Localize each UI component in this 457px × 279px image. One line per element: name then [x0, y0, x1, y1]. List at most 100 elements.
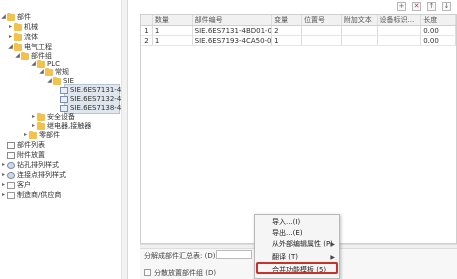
tree-item-manufacturer[interactable]: ▸ 制造商/供应商	[0, 190, 61, 200]
summary-label: 分解成部件汇总表: (D)	[144, 252, 216, 260]
cell-supplementary-text[interactable]	[342, 26, 378, 35]
table-row[interactable]: 1 1 SIE.6ES7131-4BD01-0AA0 2 0.00	[141, 26, 456, 36]
expander-icon[interactable]: ▸	[7, 22, 14, 32]
tree-item-label: SIE.6ES7138-4...	[70, 104, 128, 112]
folder-icon	[29, 130, 37, 139]
distribute-parts-label: 分散放置部件组 (D)	[154, 269, 217, 277]
column-header-length[interactable]: 长度	[421, 15, 456, 25]
grid-toolbar: + ✕ ↑ ↓	[397, 2, 451, 11]
move-down-button[interactable]: ↓	[442, 2, 451, 11]
tree-item-label: 机械	[24, 23, 38, 31]
menu-item-label: 导出...(E)	[272, 229, 303, 237]
tree-item-label: 部件	[17, 13, 31, 21]
column-header[interactable]	[141, 15, 153, 25]
list-icon	[7, 151, 15, 159]
folder-icon	[37, 112, 45, 121]
folder-icon	[21, 51, 29, 60]
grid-header: 数量 部件编号 变量 位置号 附加文本 设备标识... 长度	[141, 15, 456, 26]
menu-item-import[interactable]: 导入...(I)	[255, 217, 339, 228]
gear-icon	[7, 161, 15, 169]
expander-icon[interactable]: ◢	[46, 76, 53, 86]
cell-variant[interactable]: 1	[272, 36, 302, 45]
expander-icon[interactable]: ◢	[30, 59, 37, 69]
tree-item-connection-pattern[interactable]: ▸ 连接点排列样式	[0, 170, 66, 180]
tree-item-fluid[interactable]: ▸ 流体	[7, 32, 38, 42]
menu-item-export[interactable]: 导出...(E)	[255, 228, 339, 239]
tree-item-label: 钻孔排列样式	[17, 161, 59, 169]
component-icon	[60, 104, 68, 112]
tree-item-label: 流体	[24, 33, 38, 41]
summary-select[interactable]	[216, 250, 252, 259]
doc-icon	[7, 191, 15, 199]
expander-icon[interactable]: ▸	[22, 130, 29, 140]
folder-icon	[14, 22, 22, 31]
cell-position[interactable]	[302, 36, 342, 45]
cell-supplementary-text[interactable]	[342, 36, 378, 45]
row-number: 2	[141, 36, 153, 45]
column-header-position[interactable]: 位置号	[302, 15, 342, 25]
folder-icon	[14, 32, 22, 41]
move-up-button[interactable]: ↑	[427, 2, 436, 11]
tree-item-parts[interactable]: ◢ 部件	[0, 12, 31, 22]
menu-item-label: 导入...(I)	[272, 218, 301, 226]
expander-icon[interactable]: ▸	[0, 170, 7, 180]
cell-part-number[interactable]: SIE.6ES7193-4CA50-0AA0	[193, 36, 273, 45]
doc-icon	[7, 181, 15, 189]
tree-item-label: 零部件	[39, 131, 60, 139]
expander-icon[interactable]: ◢	[14, 51, 21, 61]
folder-icon	[37, 121, 45, 130]
cell-device-tag[interactable]	[378, 26, 422, 35]
tree-item-label: 部件列表	[17, 141, 45, 149]
cell-part-number[interactable]: SIE.6ES7131-4BD01-0AA0	[193, 26, 273, 35]
cell-position[interactable]	[302, 26, 342, 35]
cell-quantity[interactable]: 1	[153, 26, 193, 35]
component-icon	[60, 86, 68, 94]
tree-item-mechanical[interactable]: ▸ 机械	[7, 22, 38, 32]
expander-icon[interactable]: ◢	[7, 42, 14, 52]
tree-item-label: 客户	[17, 181, 31, 189]
tree-scrollbar[interactable]	[121, 0, 127, 279]
submenu-arrow-icon: ▶	[330, 241, 335, 248]
menu-item-label: 翻译 (T)	[272, 253, 298, 261]
cell-variant[interactable]: 2	[272, 26, 302, 35]
part-group-grid: 数量 部件编号 变量 位置号 附加文本 设备标识... 长度 1 1 SIE.6…	[140, 14, 457, 244]
parts-tree-panel: ◢ 部件 ▸ 机械 ▸ 流体 ◢ 电气工程 ◢ 部件组 ◢ PLC ◢ 常规 ◢…	[0, 0, 128, 279]
tree-item-label: 附件放置	[17, 151, 45, 159]
folder-icon	[14, 42, 22, 51]
tree-item-drill-pattern[interactable]: ▸ 钻孔排列样式	[0, 160, 59, 170]
expander-icon[interactable]: ▸	[0, 180, 7, 190]
expander-icon[interactable]: ◢	[0, 12, 7, 22]
cell-device-tag[interactable]	[378, 36, 422, 45]
tree-item-label: 制造商/供应商	[17, 191, 62, 199]
expander-icon[interactable]: ▸	[0, 190, 7, 200]
delete-row-button[interactable]: ✕	[412, 2, 421, 11]
distribute-parts-checkbox[interactable]	[144, 269, 151, 276]
menu-item-edit-external[interactable]: 从外部编辑属性 (P) ▶	[255, 239, 339, 250]
folder-icon	[7, 12, 15, 21]
expander-icon[interactable]: ▸	[7, 32, 14, 42]
column-header-quantity[interactable]: 数量	[153, 15, 193, 25]
expander-icon[interactable]: ▸	[0, 160, 7, 170]
menu-item-label: 从外部编辑属性 (P)	[272, 240, 333, 248]
component-icon	[60, 95, 68, 103]
cell-length[interactable]: 0.00	[421, 26, 456, 35]
tree-item-customer[interactable]: ▸ 客户	[0, 180, 31, 190]
cell-length[interactable]: 0.00	[421, 36, 456, 45]
gear-icon	[7, 171, 15, 179]
column-header-supplementary-text[interactable]: 附加文本	[342, 15, 378, 25]
list-icon	[7, 141, 15, 149]
column-header-variant[interactable]: 变量	[272, 15, 302, 25]
column-header-part-number[interactable]: 部件编号	[193, 15, 273, 25]
tree-item-accessory-placement[interactable]: 附件放置	[0, 150, 45, 160]
row-number: 1	[141, 26, 153, 35]
cell-quantity[interactable]: 1	[153, 36, 193, 45]
tree-item-label: 连接点排列样式	[17, 171, 66, 179]
folder-icon	[53, 76, 61, 85]
add-row-button[interactable]: +	[397, 2, 406, 11]
highlight-box	[256, 262, 338, 274]
tree-item-components[interactable]: ▸ 零部件	[22, 130, 60, 140]
expander-icon[interactable]: ◢	[38, 67, 45, 77]
table-row[interactable]: 2 1 SIE.6ES7193-4CA50-0AA0 1 0.00	[141, 36, 456, 46]
tree-item-parts-list[interactable]: 部件列表	[0, 140, 45, 150]
column-header-device-tag[interactable]: 设备标识...	[378, 15, 422, 25]
